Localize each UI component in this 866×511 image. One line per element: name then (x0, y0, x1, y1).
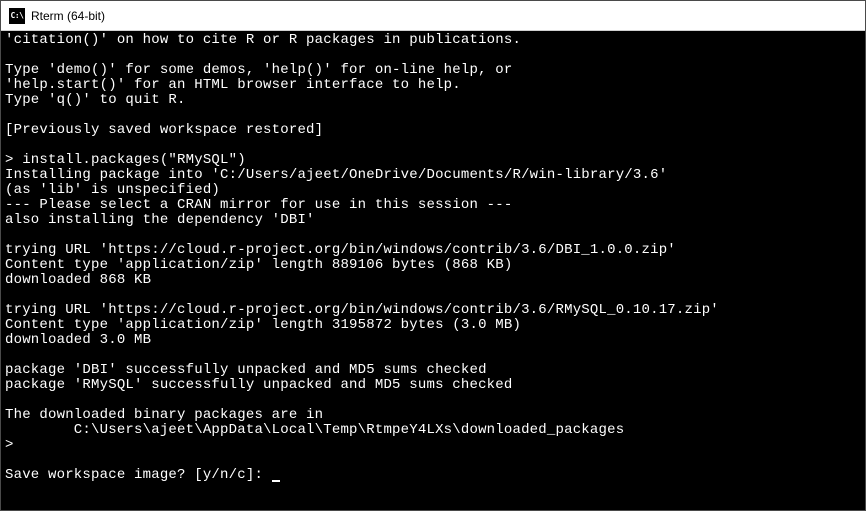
app-window: C:\ Rterm (64-bit) 'citation()' on how t… (0, 0, 866, 511)
app-icon: C:\ (9, 8, 25, 24)
terminal-output[interactable]: 'citation()' on how to cite R or R packa… (1, 31, 865, 510)
text-cursor (272, 480, 280, 482)
titlebar[interactable]: C:\ Rterm (64-bit) (1, 1, 865, 31)
window-title: Rterm (64-bit) (31, 9, 105, 23)
